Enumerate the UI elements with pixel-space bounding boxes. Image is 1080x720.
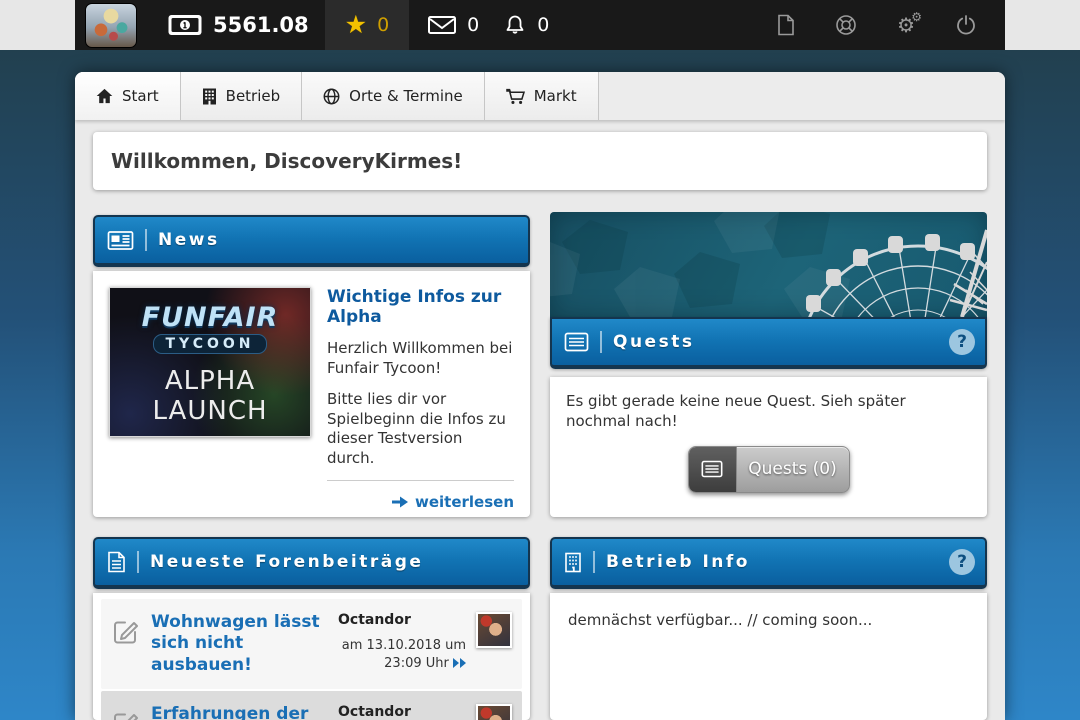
building-icon bbox=[564, 552, 582, 573]
question-icon[interactable]: ? bbox=[949, 549, 975, 575]
forum-panel: Neueste Forenbeiträge Wohnwagen lässt si… bbox=[93, 537, 530, 720]
read-more-link[interactable]: weiterlesen bbox=[327, 481, 514, 511]
star-counter[interactable]: ★ 0 bbox=[325, 0, 410, 50]
star-count: 0 bbox=[377, 14, 389, 36]
quests-button[interactable]: Quests (0) bbox=[688, 446, 850, 493]
main-nav: Start Betrieb bbox=[75, 72, 1005, 120]
star-icon: ★ bbox=[345, 0, 367, 50]
article-paragraph: Herzlich Willkommen bei Funfair Tycoon! bbox=[327, 339, 514, 378]
quest-list-icon bbox=[564, 332, 589, 352]
mail-counter[interactable]: 0 bbox=[427, 14, 479, 36]
banknote-icon bbox=[167, 13, 203, 37]
header-separator bbox=[593, 551, 595, 573]
alert-count: 0 bbox=[537, 14, 549, 36]
document-icon[interactable] bbox=[777, 14, 795, 36]
tab-markt[interactable]: Markt bbox=[485, 72, 599, 120]
article-title[interactable]: Wichtige Infos zur Alpha bbox=[327, 287, 514, 327]
mail-icon bbox=[427, 14, 457, 36]
double-arrow-icon[interactable] bbox=[453, 656, 466, 671]
tab-label: Betrieb bbox=[226, 87, 281, 105]
forum-post-author[interactable]: Octandor bbox=[338, 704, 466, 720]
forum-panel-header: Neueste Forenbeiträge bbox=[93, 537, 530, 589]
forum-post-avatar[interactable] bbox=[476, 612, 512, 648]
news-article-image[interactable]: FUNFAIR TYCOON ALPHA LAUNCH bbox=[109, 287, 311, 437]
tab-label: Orte & Termine bbox=[349, 87, 463, 105]
quest-list-icon bbox=[689, 447, 737, 492]
panel-title: Neueste Forenbeiträge bbox=[150, 552, 423, 572]
home-icon bbox=[96, 88, 113, 104]
betrieb-info-panel: Betrieb Info ? demnächst verfügbar... //… bbox=[550, 537, 987, 720]
quests-empty-text: Es gibt gerade keine neue Quest. Sieh sp… bbox=[566, 391, 971, 432]
cart-icon bbox=[506, 88, 525, 105]
tab-orte-termine[interactable]: Orte & Termine bbox=[302, 72, 485, 120]
building-icon bbox=[202, 88, 217, 105]
forum-post-title[interactable]: Wohnwagen lässt sich nicht ausbauen! bbox=[151, 612, 328, 676]
topbar-system-icons: ⚙⚙ bbox=[777, 14, 977, 36]
quests-panel-header: Quests ? bbox=[550, 317, 987, 369]
page: 5561.08 ★ 0 0 0 bbox=[0, 0, 1080, 720]
page-title: Willkommen, DiscoveryKirmes! bbox=[93, 149, 462, 173]
forum-post-avatar[interactable] bbox=[476, 704, 512, 720]
article-paragraph: Bitte lies dir vor Spielbeginn die Infos… bbox=[327, 390, 514, 468]
tab-start[interactable]: Start bbox=[75, 72, 181, 120]
news-panel: News FUNFAIR TYCOON ALPHA LAUNCH Wichtig… bbox=[93, 215, 530, 517]
news-article: Wichtige Infos zur Alpha Herzlich Willko… bbox=[327, 287, 514, 501]
quests-banner-image bbox=[550, 212, 987, 317]
forum-post-date: am 13.10.2018 um 23:09 Uhr bbox=[338, 637, 466, 673]
news-panel-body: FUNFAIR TYCOON ALPHA LAUNCH Wichtige Inf… bbox=[93, 271, 530, 517]
forum-post-meta: Octandor bbox=[338, 704, 466, 720]
betrieb-info-text: demnächst verfügbar... // coming soon... bbox=[568, 611, 969, 629]
topbar: 5561.08 ★ 0 0 0 bbox=[75, 0, 1005, 50]
question-icon[interactable]: ? bbox=[949, 329, 975, 355]
mail-count: 0 bbox=[467, 14, 479, 36]
arrow-right-icon bbox=[392, 495, 408, 509]
support-ring-icon[interactable] bbox=[835, 14, 857, 36]
panel-title: News bbox=[158, 230, 220, 250]
header-separator bbox=[137, 551, 139, 573]
forum-panel-body: Wohnwagen lässt sich nicht ausbauen! Oct… bbox=[93, 593, 530, 720]
forum-post-meta: Octandor am 13.10.2018 um 23:09 Uhr bbox=[338, 612, 466, 673]
quests-panel-body: Es gibt gerade keine neue Quest. Sieh sp… bbox=[550, 377, 987, 517]
image-caption: ALPHA LAUNCH bbox=[110, 366, 310, 426]
edit-icon bbox=[111, 708, 141, 720]
header-separator bbox=[145, 229, 147, 251]
logo-line2: TYCOON bbox=[153, 334, 268, 354]
forum-post-author[interactable]: Octandor bbox=[338, 612, 466, 628]
betrieb-panel-header: Betrieb Info ? bbox=[550, 537, 987, 589]
forum-post-title[interactable]: Erfahrungen der bbox=[151, 704, 328, 720]
quests-button-label: Quests (0) bbox=[737, 447, 849, 492]
welcome-card: Willkommen, DiscoveryKirmes! bbox=[93, 132, 987, 190]
logo-line1: FUNFAIR bbox=[110, 302, 310, 333]
edit-icon bbox=[111, 616, 141, 646]
gears-icon[interactable]: ⚙⚙ bbox=[897, 15, 915, 35]
panel-title: Betrieb Info bbox=[606, 552, 750, 572]
forum-post-row[interactable]: Wohnwagen lässt sich nicht ausbauen! Oct… bbox=[101, 599, 522, 689]
avatar[interactable] bbox=[85, 3, 137, 48]
funfair-logo: FUNFAIR TYCOON bbox=[110, 302, 310, 354]
newspaper-icon bbox=[107, 230, 134, 251]
forum-post-row[interactable]: Erfahrungen der Octandor bbox=[101, 691, 522, 720]
read-more-label: weiterlesen bbox=[415, 493, 514, 511]
header-separator bbox=[600, 331, 602, 353]
betrieb-panel-body: demnächst verfügbar... // coming soon... bbox=[550, 593, 987, 720]
forum-page-icon bbox=[107, 551, 126, 573]
main-container: Start Betrieb bbox=[75, 72, 1005, 720]
tab-label: Markt bbox=[534, 87, 577, 105]
power-icon[interactable] bbox=[955, 14, 977, 36]
tab-betrieb[interactable]: Betrieb bbox=[181, 72, 303, 120]
tab-label: Start bbox=[122, 87, 159, 105]
bell-icon bbox=[503, 13, 527, 37]
money-display[interactable]: 5561.08 bbox=[167, 13, 309, 37]
money-value: 5561.08 bbox=[213, 13, 309, 37]
alert-counter[interactable]: 0 bbox=[503, 13, 549, 37]
panel-title: Quests bbox=[613, 332, 694, 352]
globe-icon bbox=[323, 88, 340, 105]
news-panel-header: News bbox=[93, 215, 530, 267]
quests-panel: Quests ? Es gibt gerade keine neue Quest… bbox=[550, 212, 987, 517]
